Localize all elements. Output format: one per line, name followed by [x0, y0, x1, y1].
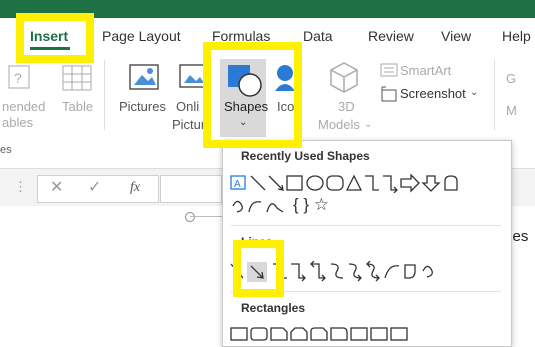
table-icon[interactable]: [62, 65, 92, 93]
highlight-insert-tab: [16, 13, 94, 63]
screenshot-label: Screenshot: [400, 86, 466, 101]
recommended-tables-icon: ?: [8, 65, 30, 95]
enter-icon[interactable]: ✓: [88, 180, 101, 196]
brace-star-shapes: { } ☆: [293, 195, 330, 214]
tab-view[interactable]: View: [441, 28, 471, 44]
shape-resize-handle[interactable]: [185, 212, 195, 222]
group-divider: [494, 60, 495, 130]
highlight-arrow-line-shape: [233, 240, 284, 297]
tab-help[interactable]: Help: [502, 28, 531, 44]
3d-models-label-2: Models: [318, 117, 360, 132]
name-box-handle-icon: ⋮: [14, 179, 27, 194]
3d-models-icon[interactable]: [329, 61, 359, 95]
svg-text:?: ?: [14, 70, 22, 86]
chevron-down-icon: ⌄: [470, 87, 479, 98]
tab-data[interactable]: Data: [303, 28, 333, 44]
smartart-icon[interactable]: [380, 63, 398, 77]
add-ins-partial: G: [506, 71, 517, 86]
chevron-down-icon: ⌄: [364, 119, 373, 130]
rectangles-title: Rectangles: [241, 301, 306, 315]
online-pictures-label-2: Pictur: [172, 117, 206, 132]
formula-controls-box: ✕ ✓ fx: [37, 175, 159, 203]
smartart-label: SmartArt: [400, 63, 452, 78]
3d-models-label-1: 3D: [338, 99, 355, 114]
recently-used-shapes-title: Recently Used Shapes: [241, 149, 370, 163]
pictures-label: Pictures: [119, 99, 166, 114]
tab-page-layout[interactable]: Page Layout: [102, 28, 181, 44]
group-divider: [104, 60, 105, 130]
insert-function-icon[interactable]: fx: [130, 180, 140, 195]
screenshot-icon[interactable]: [380, 85, 398, 103]
rectangles-shapes-row: [229, 325, 499, 347]
highlight-shapes-button: [203, 42, 302, 148]
recent-shapes-row-1: A: [229, 173, 499, 195]
recommended-tables-label-1: nended: [2, 99, 46, 114]
svg-text:A: A: [234, 179, 241, 190]
recent-shapes-row-2: [229, 196, 499, 218]
menu-separator: [231, 225, 501, 226]
group-label-tables: es: [0, 144, 12, 156]
table-label: Table: [62, 99, 94, 114]
pictures-icon[interactable]: [128, 61, 162, 95]
shape-outline: [190, 216, 225, 217]
my-addins-partial: M: [506, 103, 517, 118]
cancel-icon[interactable]: ✕: [50, 180, 63, 196]
online-pictures-label-1: Onli: [176, 99, 200, 114]
tab-review[interactable]: Review: [368, 28, 414, 44]
formula-input[interactable]: [160, 175, 222, 203]
recommended-tables-label-2: ables: [2, 115, 34, 130]
